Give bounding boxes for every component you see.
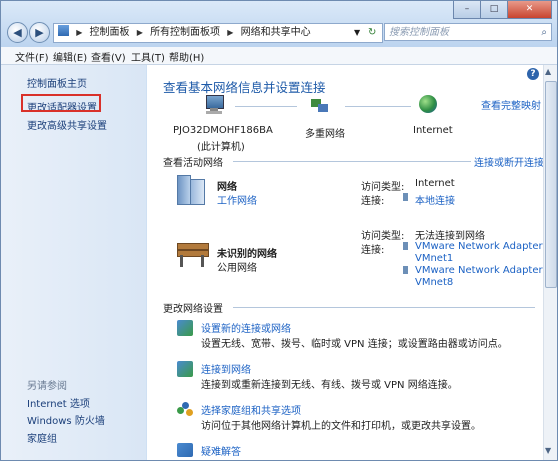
section-divider (233, 307, 535, 308)
refresh-icon[interactable]: ↻ (368, 24, 376, 42)
network2-access-value: 无法连接到网络 (415, 231, 485, 242)
sidebar: 控制面板主页 更改适配器设置 更改高级共享设置 另请参阅 Internet 选项… (1, 65, 146, 460)
network2-conn-link-1[interactable]: VMware Network Adapter (415, 241, 543, 252)
map-connector (345, 106, 411, 107)
troubleshoot-icon (177, 443, 193, 457)
page-title: 查看基本网络信息并设置连接 (163, 80, 326, 95)
breadcrumb-arrow-icon[interactable]: ▶ (227, 28, 233, 37)
breadcrumb-arrow-icon[interactable]: ▶ (137, 28, 143, 37)
forward-button[interactable]: ▶ (29, 22, 50, 43)
menu-view[interactable]: 查看(V) (91, 49, 126, 64)
address-bar[interactable]: ▶ 控制面板 ▶ 所有控制面板项 ▶ 网络和共享中心 ▼ ↻ (53, 23, 383, 43)
sidebar-item-homegroup[interactable]: 家庭组 (27, 430, 57, 445)
highlight-box (21, 94, 101, 112)
scrollbar-thumb[interactable] (545, 81, 557, 288)
menu-edit[interactable]: 编辑(E) (53, 49, 87, 64)
scroll-down-arrow-icon[interactable]: ▼ (545, 446, 551, 455)
task-connect-desc: 连接到或重新连接到无线、有线、拨号或 VPN 网络连接。 (201, 380, 458, 391)
active-networks-label: 查看活动网络 (163, 158, 223, 169)
task-new-connection-desc: 设置无线、宽带、拨号、临时或 VPN 连接；或设置路由器或访问点。 (201, 339, 508, 350)
main-content: 查看基本网络信息并设置连接 查看完整映射 PJO32DMOHF186BA (此计… (147, 65, 544, 460)
computer-name: PJO32DMOHF186BA (173, 125, 273, 136)
search-placeholder: 搜索控制面板 (389, 27, 449, 38)
network2-conn-label: 连接: (361, 245, 385, 256)
internet-globe-icon (419, 95, 437, 113)
window: – □ ✕ ◀ ▶ ▶ 控制面板 ▶ 所有控制面板项 ▶ 网络和共享中心 ▼ ↻… (0, 0, 558, 461)
adapter-icon (403, 193, 408, 201)
connect-disconnect-link[interactable]: 连接或断开连接 (474, 154, 544, 169)
sidebar-item-internet-options[interactable]: Internet 选项 (27, 395, 90, 410)
title-bar: – □ ✕ ◀ ▶ ▶ 控制面板 ▶ 所有控制面板项 ▶ 网络和共享中心 ▼ ↻… (1, 1, 557, 47)
see-also-label: 另请参阅 (27, 381, 67, 392)
address-dropdown-icon[interactable]: ▼ (354, 24, 360, 42)
park-bench-icon (175, 239, 209, 269)
homegroup-icon (177, 402, 193, 418)
minimize-button[interactable]: – (453, 1, 481, 19)
network1-access-value: Internet (415, 178, 455, 189)
work-network-icon (175, 173, 205, 205)
scroll-up-arrow-icon[interactable]: ▲ (545, 67, 551, 76)
menu-file[interactable]: 文件(F) (15, 49, 49, 64)
connect-network-icon (177, 361, 193, 377)
task-troubleshoot-link[interactable]: 疑难解答 (201, 443, 241, 458)
breadcrumb-item[interactable]: 所有控制面板项 (150, 27, 220, 38)
network2-name: 未识别的网络 (217, 249, 277, 260)
network2-type: 公用网络 (217, 263, 257, 274)
task-homegroup-desc: 访问位于其他网络计算机上的文件和打印机，或更改共享设置。 (201, 421, 481, 432)
search-icon[interactable]: ⌕ (541, 24, 547, 42)
multi-network-icon (309, 95, 329, 115)
sidebar-item-home[interactable]: 控制面板主页 (27, 75, 87, 90)
network2-conn-link-2[interactable]: VMware Network Adapter (415, 265, 543, 276)
breadcrumb-item[interactable]: 网络和共享中心 (241, 27, 311, 38)
adapter-icon (403, 266, 408, 274)
network2-conn-link-1b[interactable]: VMnet1 (415, 253, 453, 264)
new-connection-icon (177, 320, 193, 336)
network1-type-link[interactable]: 工作网络 (217, 192, 257, 207)
task-homegroup-link[interactable]: 选择家庭组和共享选项 (201, 402, 301, 417)
menu-bar: 文件(F) 编辑(E) 查看(V) 工具(T) 帮助(H) (1, 47, 557, 65)
computer-icon (203, 95, 225, 115)
sidebar-item-advanced-sharing[interactable]: 更改高级共享设置 (27, 117, 107, 132)
back-button[interactable]: ◀ (7, 22, 28, 43)
network1-conn-link[interactable]: 本地连接 (415, 192, 455, 207)
network2-conn-link-2b[interactable]: VMnet8 (415, 277, 453, 288)
maximize-button[interactable]: □ (480, 1, 508, 19)
adapter-icon (403, 242, 408, 250)
close-button[interactable]: ✕ (507, 1, 552, 19)
breadcrumb-arrow-icon[interactable]: ▶ (76, 28, 82, 37)
change-settings-label: 更改网络设置 (163, 304, 223, 315)
section-divider (233, 161, 471, 162)
network1-conn-label: 连接: (361, 196, 385, 207)
network1-access-label: 访问类型: (361, 182, 405, 193)
computer-sub: (此计算机) (197, 142, 245, 153)
help-icon[interactable]: ? (527, 68, 539, 80)
view-full-map-link[interactable]: 查看完整映射 (481, 97, 541, 112)
map-connector (235, 106, 297, 107)
breadcrumb-item[interactable]: 控制面板 (90, 27, 130, 38)
network1-name: 网络 (217, 182, 237, 193)
internet-label: Internet (413, 125, 453, 136)
control-panel-icon (58, 25, 69, 36)
task-new-connection-link[interactable]: 设置新的连接或网络 (201, 320, 291, 335)
menu-tools[interactable]: 工具(T) (131, 49, 165, 64)
multi-network-label: 多重网络 (305, 129, 345, 140)
sidebar-item-firewall[interactable]: Windows 防火墙 (27, 412, 105, 427)
task-connect-link[interactable]: 连接到网络 (201, 361, 251, 376)
search-input[interactable]: 搜索控制面板 ⌕ (384, 23, 552, 41)
menu-help[interactable]: 帮助(H) (169, 49, 204, 64)
network2-access-label: 访问类型: (361, 231, 405, 242)
